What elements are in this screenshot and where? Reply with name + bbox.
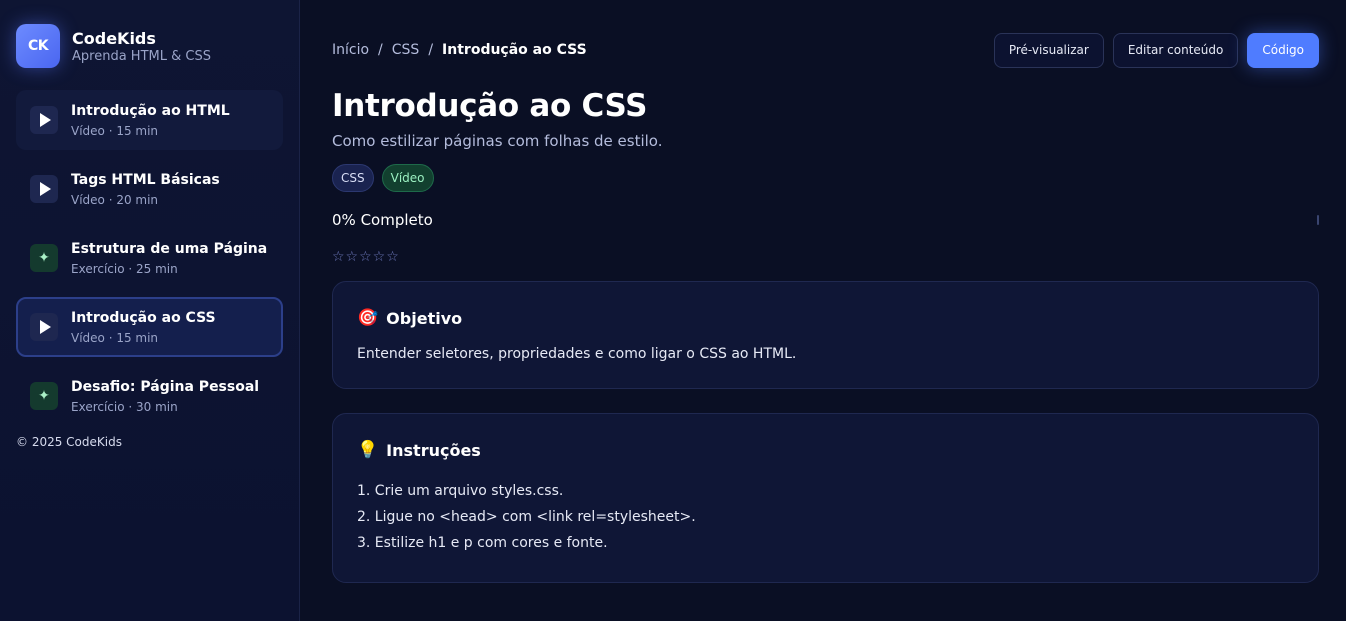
main-content: Início / CSS / Introdução ao CSS Pré-vis… [300, 0, 1346, 621]
lesson-title: Introdução ao HTML [71, 102, 230, 119]
brand-name: CodeKids [72, 28, 156, 48]
brand: CK CodeKids Aprenda HTML & CSS [16, 24, 283, 68]
breadcrumb-separator: / [378, 42, 383, 58]
lesson-title: Introdução ao CSS [71, 309, 216, 326]
sparkle-icon: ✦ [30, 244, 58, 272]
sidebar-lesson-estrutura[interactable]: ✦ Estrutura de uma Página Exercício · 25… [16, 228, 283, 288]
brand-subtitle: Aprenda HTML & CSS [72, 48, 211, 64]
progress-label: 0% Completo [332, 211, 433, 229]
lesson-meta: Vídeo · 15 min [71, 330, 159, 345]
play-icon [30, 313, 58, 341]
tag-video: Vídeo [381, 164, 434, 192]
instruction-steps: 1. Crie um arquivo styles.css. 2. Ligue … [357, 478, 1294, 556]
play-icon [30, 175, 58, 203]
brand-logo: CK [16, 24, 60, 68]
topbar: Início / CSS / Introdução ao CSS Pré-vis… [332, 32, 1319, 68]
instruction-step: 2. Ligue no <head> com <link rel=stylesh… [357, 509, 696, 525]
breadcrumb-separator: / [428, 42, 434, 58]
breadcrumb-section[interactable]: CSS [392, 42, 420, 58]
code-button[interactable]: Código [1247, 32, 1319, 68]
copyright: © 2025 CodeKids [16, 435, 122, 449]
target-icon: 🎯 [357, 308, 379, 328]
instructions-card: 💡 Instruções 1. Crie um arquivo styles.c… [332, 413, 1319, 583]
objective-card: 🎯 Objetivo Entender seletores, proprieda… [332, 281, 1319, 389]
breadcrumb-home[interactable]: Início [332, 42, 369, 58]
edit-content-button[interactable]: Editar conteúdo [1112, 32, 1239, 68]
lesson-meta: Exercício · 30 min [71, 399, 178, 414]
lesson-meta: Vídeo · 20 min [71, 192, 159, 207]
sidebar-lesson-desafio[interactable]: ✦ Desafio: Página Pessoal Exercício · 30… [16, 366, 283, 426]
tag-list: CSS Vídeo [332, 164, 1319, 192]
breadcrumb-current: Introdução ao CSS [442, 42, 587, 58]
tag-css: CSS [332, 164, 374, 192]
instruction-step: 3. Estilize h1 e p com cores e fonte. [357, 535, 608, 551]
lesson-title: Tags HTML Básicas [71, 171, 220, 188]
play-icon [30, 106, 58, 134]
progress-bar [1317, 215, 1319, 225]
breadcrumb: Início / CSS / Introdução ao CSS [332, 42, 587, 58]
instruction-step: 1. Crie um arquivo styles.css. [357, 483, 564, 499]
sparkle-icon: ✦ [30, 382, 58, 410]
objective-text: Entender seletores, propriedades e como … [357, 346, 797, 362]
star-rating[interactable]: ☆☆☆☆☆ [332, 249, 1319, 265]
sidebar: CK CodeKids Aprenda HTML & CSS Introduçã… [0, 0, 300, 621]
lesson-meta: Exercício · 25 min [71, 261, 178, 276]
instructions-title: Instruções [386, 440, 481, 460]
preview-button[interactable]: Pré-visualizar [993, 32, 1104, 68]
lesson-meta: Vídeo · 15 min [71, 123, 159, 138]
sidebar-lesson-intro-html[interactable]: Introdução ao HTML Vídeo · 15 min [16, 90, 283, 150]
objective-title: Objetivo [386, 308, 463, 328]
lightbulb-icon: 💡 [357, 440, 379, 460]
page-subtitle: Como estilizar páginas com folhas de est… [332, 132, 663, 150]
sidebar-lesson-intro-css[interactable]: Introdução ao CSS Vídeo · 15 min [16, 297, 283, 357]
lesson-title: Estrutura de uma Página [71, 240, 268, 257]
progress: 0% Completo [332, 211, 1319, 229]
action-buttons: Pré-visualizar Editar conteúdo Código [993, 32, 1319, 68]
page-title: Introdução ao CSS [332, 88, 648, 124]
sidebar-lesson-tags-html[interactable]: Tags HTML Básicas Vídeo · 20 min [16, 159, 283, 219]
lesson-title: Desafio: Página Pessoal [71, 378, 260, 395]
